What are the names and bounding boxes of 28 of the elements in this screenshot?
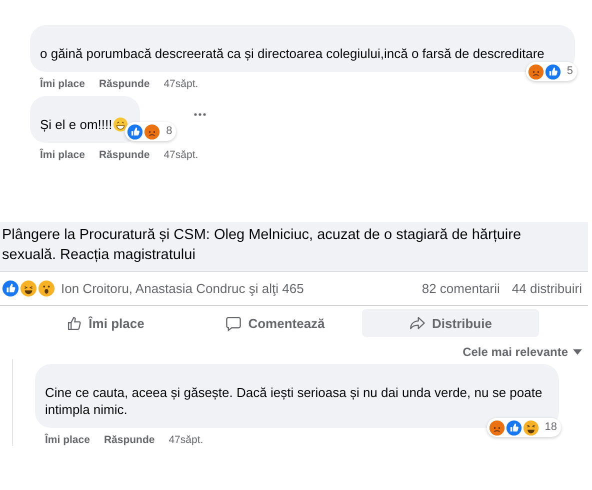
comment-text: Cine ce cauta, aceea și găsește. Dacă iești serioasa și nu dai unda verde, nu se poate intimpla nimic. [45, 385, 542, 417]
like-link[interactable]: Îmi place [45, 434, 90, 446]
caret-icon [573, 349, 582, 355]
shares-count-link[interactable]: 44 distribuiri [512, 281, 582, 296]
like-button[interactable]: Îmi place [20, 309, 190, 337]
share-button[interactable]: Distribuie [362, 309, 539, 337]
comment-text: Și el e om!!!! [40, 116, 112, 133]
reaction-count-badge[interactable]: 5 [526, 62, 577, 81]
thumbs-up-icon [66, 314, 83, 332]
reactors-link[interactable]: Ion Croitoru, Anastasia Condruc şi alţi 465 [61, 281, 304, 296]
speech-bubble-icon [225, 314, 242, 332]
timestamp: 47săpt. [168, 434, 204, 446]
like-link[interactable]: Îmi place [40, 78, 85, 90]
reaction-count-badge[interactable]: 18 [486, 418, 561, 437]
comment-button[interactable]: Comentează [190, 309, 360, 337]
reply-link[interactable]: Răspunde [104, 434, 155, 446]
sort-dropdown[interactable]: Cele mai relevante [462, 345, 582, 359]
timestamp: 47săpt. [164, 78, 198, 90]
like-link[interactable]: Îmi place [40, 149, 85, 161]
reaction-count-badge[interactable]: 8 [125, 122, 176, 141]
post-headline[interactable]: Plângere la Procuratură și CSM: Oleg Melniciuc, acuzat de o stagiară de hărțuire sexuală. Reacția magistratului [0, 222, 588, 272]
comment-text: o găină porumbacă descreerată ca și directoarea colegiului,incă o farsă de descreditare [40, 46, 544, 61]
share-arrow-icon [409, 314, 426, 332]
timestamp: 47săpt. [164, 149, 198, 161]
more-options-icon[interactable] [194, 113, 206, 116]
comments-count-link[interactable]: 82 comentarii [422, 281, 500, 296]
reply-link[interactable]: Răspunde [98, 78, 150, 90]
reply-link[interactable]: Răspunde [98, 149, 150, 161]
